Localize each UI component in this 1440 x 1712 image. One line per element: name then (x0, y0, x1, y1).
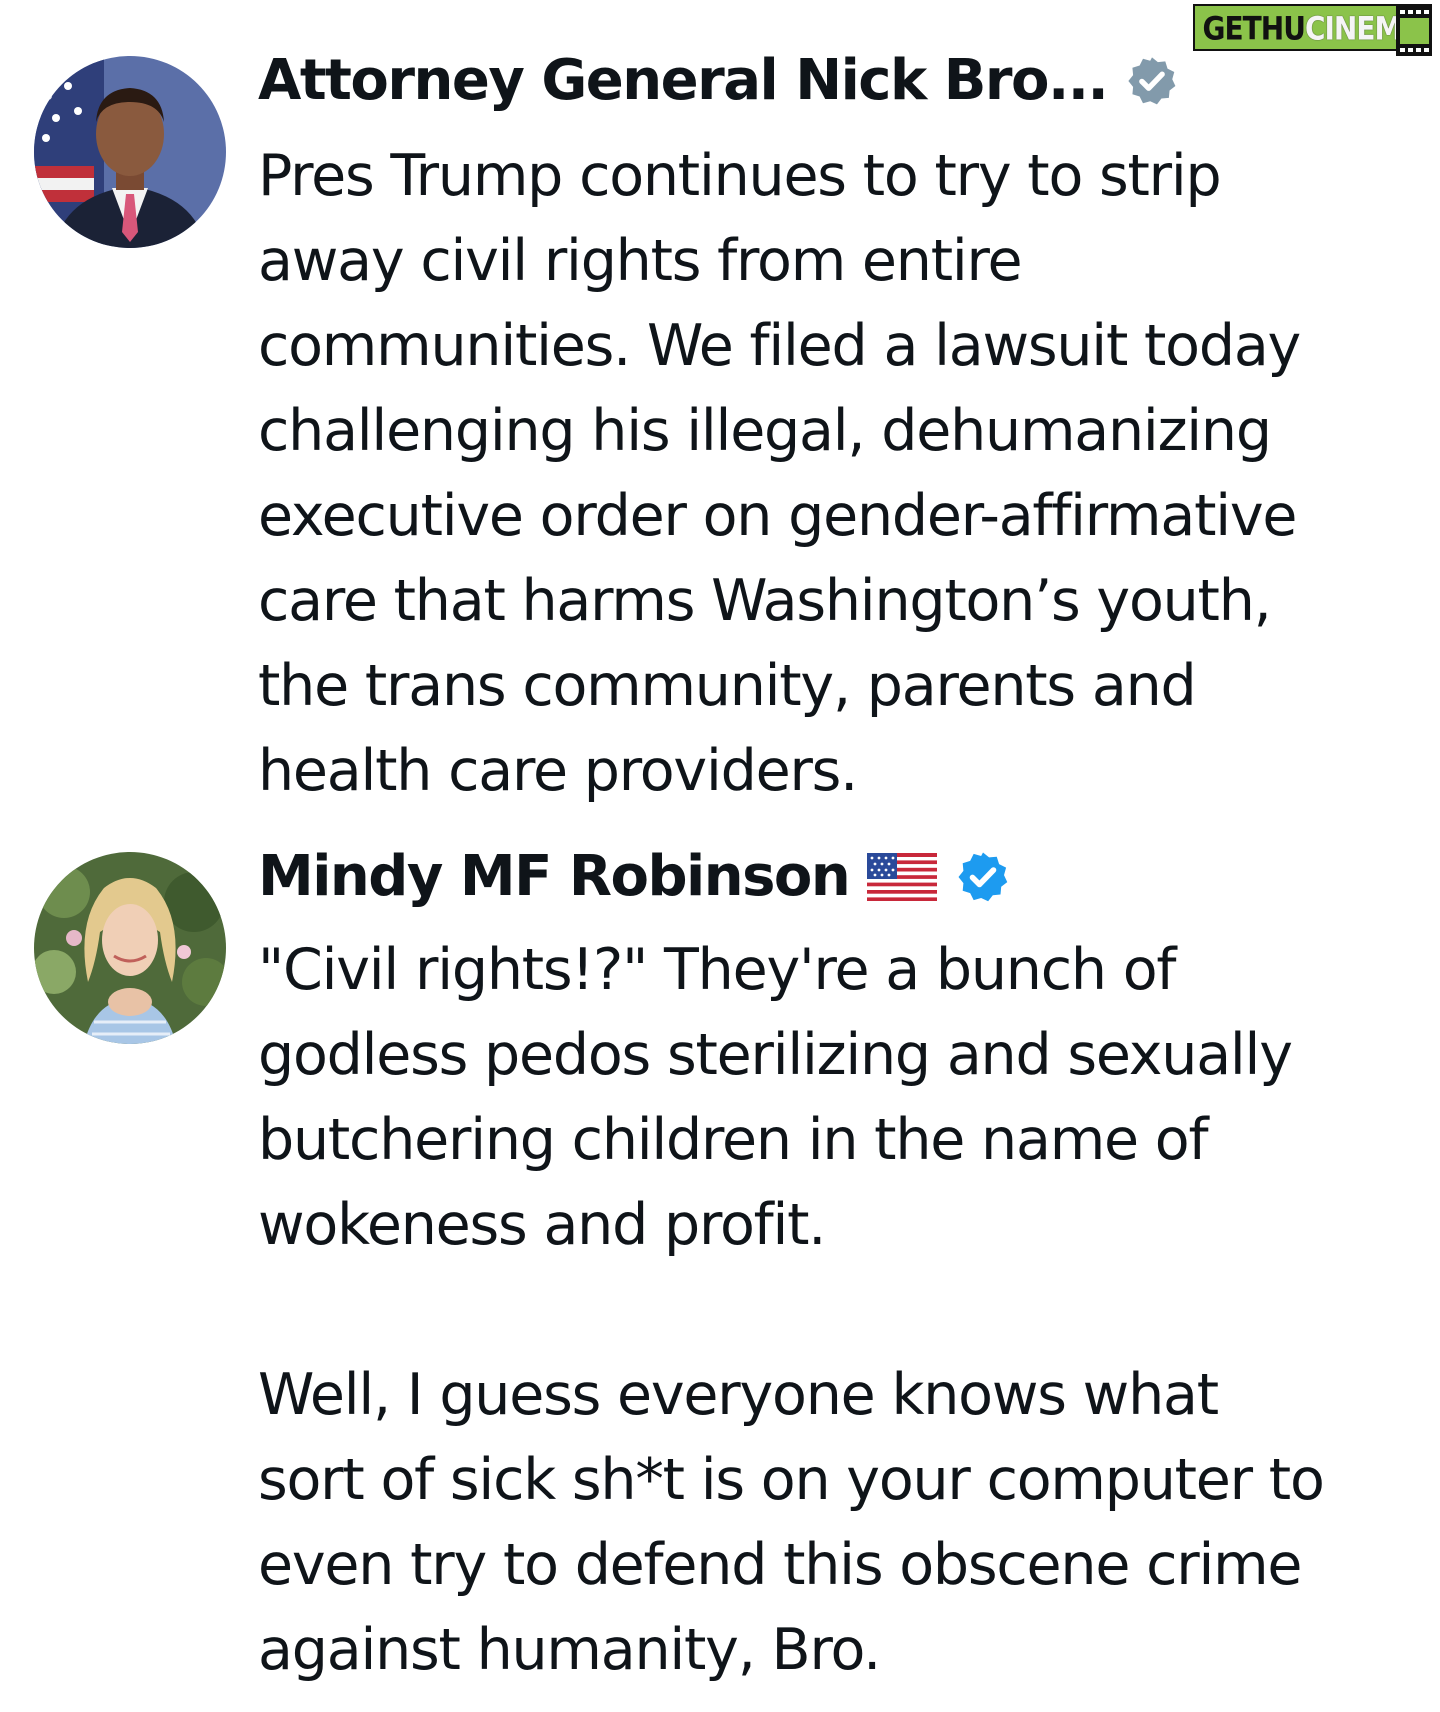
watermark-text-a: GETHU (1202, 9, 1306, 48)
author-row: Attorney General Nick Bro... (258, 48, 1179, 113)
author-name[interactable]: Mindy MF Robinson (258, 844, 851, 909)
woman-portrait-icon (34, 852, 226, 1044)
avatar[interactable] (34, 56, 226, 248)
author-row: Mindy MF Robinson (258, 844, 1011, 909)
avatar[interactable] (34, 852, 226, 1044)
verified-badge-icon (1125, 54, 1179, 108)
author-name[interactable]: Attorney General Nick Bro... (258, 48, 1109, 113)
film-strip-icon (1396, 6, 1432, 56)
man-portrait-icon (34, 56, 226, 248)
tweet-text: "Civil rights!?" They're a bunch of godl… (258, 937, 1325, 1683)
tweet-text: Pres Trump continues to try to strip awa… (258, 143, 1301, 804)
verified-badge-icon (955, 849, 1011, 905)
us-flag-icon (867, 852, 938, 901)
